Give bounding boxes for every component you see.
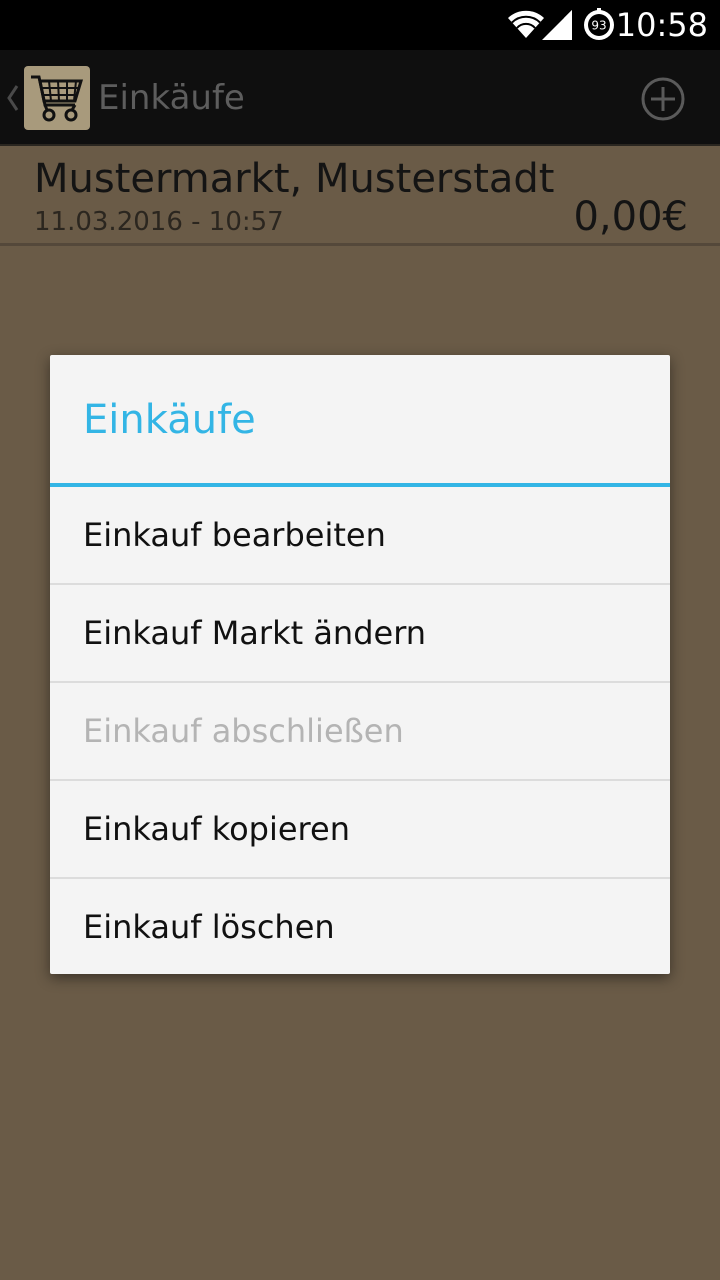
add-icon[interactable] <box>640 76 686 122</box>
menu-item-label: Einkauf Markt ändern <box>83 614 427 652</box>
purchase-datetime: 11.03.2016 - 10:57 <box>34 207 284 237</box>
menu-item-delete-purchase[interactable]: Einkauf löschen <box>50 879 670 977</box>
screen: 93 10:58 Einkäufe Mustermarkt, Mustersta… <box>0 0 720 1280</box>
dialog-menu: Einkauf bearbeiten Einkauf Markt ändern … <box>50 487 670 977</box>
status-bar: 93 10:58 <box>0 0 720 50</box>
signal-icon <box>542 10 572 40</box>
purchase-market: Mustermarkt, Musterstadt <box>34 156 555 202</box>
menu-item-label: Einkauf bearbeiten <box>83 516 386 554</box>
battery-saver-icon: 93 <box>584 8 614 40</box>
action-bar-title: Einkäufe <box>98 78 245 118</box>
menu-item-label: Einkauf abschließen <box>83 712 404 750</box>
menu-item-label: Einkauf kopieren <box>83 810 350 848</box>
purchase-options-dialog: Einkäufe Einkauf bearbeiten Einkauf Mark… <box>50 355 670 974</box>
menu-item-edit-purchase[interactable]: Einkauf bearbeiten <box>50 487 670 585</box>
status-clock: 10:58 <box>615 6 708 44</box>
up-caret-icon[interactable] <box>6 84 20 112</box>
menu-item-copy-purchase[interactable]: Einkauf kopieren <box>50 781 670 879</box>
battery-level: 93 <box>591 19 606 33</box>
dialog-title: Einkäufe <box>83 397 256 443</box>
wifi-icon <box>506 8 546 38</box>
menu-item-label: Einkauf löschen <box>83 908 335 946</box>
purchase-list-item[interactable]: Mustermarkt, Musterstadt 11.03.2016 - 10… <box>0 146 720 246</box>
menu-item-complete-purchase: Einkauf abschließen <box>50 683 670 781</box>
action-bar: Einkäufe <box>0 50 720 146</box>
app-logo[interactable] <box>24 66 90 130</box>
shopping-cart-icon <box>31 75 84 122</box>
menu-item-change-market[interactable]: Einkauf Markt ändern <box>50 585 670 683</box>
purchase-total: 0,00€ <box>573 194 688 240</box>
